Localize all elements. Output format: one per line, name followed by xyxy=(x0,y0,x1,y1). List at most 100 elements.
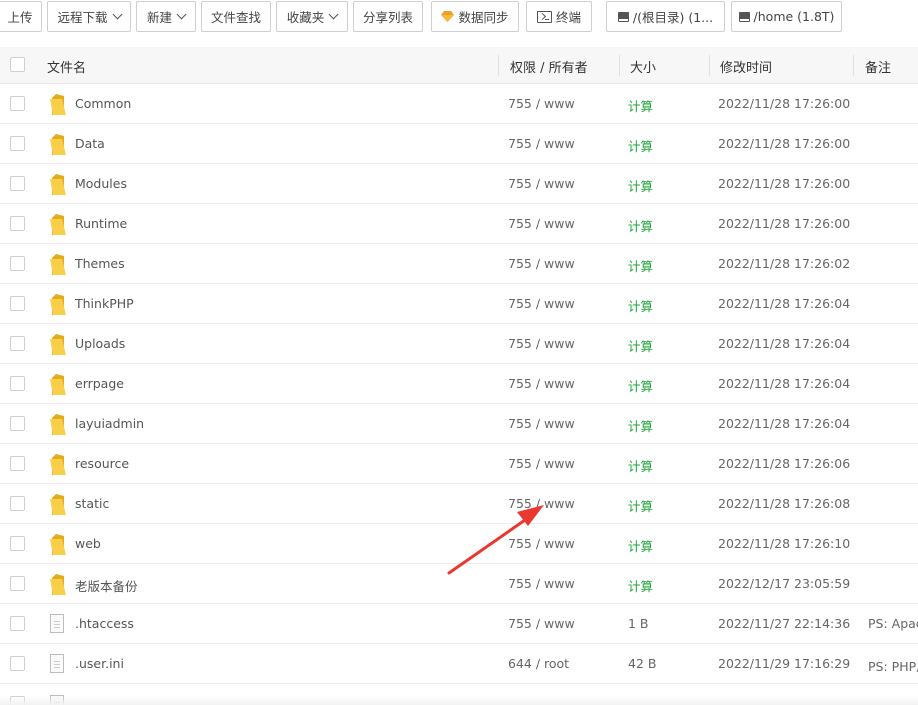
file-permission[interactable]: 644 / root xyxy=(508,656,569,671)
table-row[interactable]: Data 755 / www 计算 2022/11/28 17:26:00 xyxy=(0,124,918,164)
table-row[interactable]: layuiadmin 755 / www 计算 2022/11/28 17:26:04 xyxy=(0,404,918,444)
file-name[interactable]: Data xyxy=(75,136,105,151)
column-divider[interactable] xyxy=(619,55,620,76)
file-size[interactable]: 计算 xyxy=(628,96,653,115)
row-checkbox[interactable] xyxy=(10,136,25,151)
file-size[interactable]: 计算 xyxy=(628,296,653,315)
terminal-button[interactable]: 终端 xyxy=(526,1,592,32)
file-name[interactable]: layuiadmin xyxy=(75,416,144,431)
column-header-name[interactable]: 文件名 xyxy=(47,57,86,76)
file-size[interactable]: 计算 xyxy=(628,536,653,555)
row-checkbox[interactable] xyxy=(10,376,25,391)
file-name[interactable]: resource xyxy=(75,456,129,471)
table-row[interactable]: Uploads 755 / www 计算 2022/11/28 17:26:04 xyxy=(0,324,918,364)
file-note[interactable]: PS: PHP用 xyxy=(868,656,918,675)
column-header-mtime[interactable]: 修改时间 xyxy=(720,57,772,76)
file-size[interactable]: 计算 xyxy=(628,576,653,595)
table-row[interactable]: Common 755 / www 计算 2022/11/28 17:26:00 xyxy=(0,84,918,124)
file-permission[interactable]: 755 / www xyxy=(508,376,575,391)
file-name[interactable]: web xyxy=(75,536,101,551)
folder-icon xyxy=(50,414,66,435)
column-divider[interactable] xyxy=(853,55,854,76)
file-name[interactable]: 老版本备份 xyxy=(75,576,138,595)
file-name[interactable]: Modules xyxy=(75,176,127,191)
file-size[interactable]: 计算 xyxy=(628,216,653,235)
favorites-button[interactable]: 收藏夹 xyxy=(276,1,348,32)
table-row[interactable]: Themes 755 / www 计算 2022/11/28 17:26:02 xyxy=(0,244,918,284)
table-row[interactable]: .user.ini 644 / root 42 B 2022/11/29 17:16:… xyxy=(0,644,918,684)
file-permission[interactable]: 755 / www xyxy=(508,256,575,271)
file-size[interactable]: 计算 xyxy=(628,136,653,155)
column-header-perm[interactable]: 权限 / 所有者 xyxy=(510,57,588,76)
file-permission[interactable]: 755 / www xyxy=(508,296,575,311)
file-name[interactable]: static xyxy=(75,496,109,511)
file-name[interactable]: errpage xyxy=(75,376,124,391)
table-row[interactable]: 老版本备份 755 / www 计算 2022/12/17 23:05:59 xyxy=(0,564,918,604)
table-row[interactable]: ThinkPHP 755 / www 计算 2022/11/28 17:26:04 xyxy=(0,284,918,324)
file-size[interactable]: 计算 xyxy=(628,336,653,355)
data-sync-button[interactable]: 数据同步 xyxy=(431,1,519,32)
row-checkbox[interactable] xyxy=(10,576,25,591)
folder-icon xyxy=(50,374,66,395)
column-divider[interactable] xyxy=(709,55,710,76)
row-checkbox[interactable] xyxy=(10,536,25,551)
row-checkbox[interactable] xyxy=(10,656,25,671)
row-checkbox[interactable] xyxy=(10,456,25,471)
file-name[interactable]: .user.ini xyxy=(75,656,124,671)
file-search-button[interactable]: 文件查找 xyxy=(201,1,271,32)
table-header: 文件名 权限 / 所有者 大小 修改时间 备注 xyxy=(0,47,918,84)
file-permission[interactable]: 755 / www xyxy=(508,96,575,111)
file-permission[interactable]: 755 / www xyxy=(508,576,575,591)
file-name[interactable]: Themes xyxy=(75,256,125,271)
row-checkbox[interactable] xyxy=(10,216,25,231)
new-button[interactable]: 新建 xyxy=(136,1,196,32)
remote-download-button[interactable]: 远程下载 xyxy=(47,1,131,32)
file-mtime: 2022/11/28 17:26:06 xyxy=(718,456,851,471)
file-size[interactable]: 计算 xyxy=(628,456,653,475)
file-permission[interactable]: 755 / www xyxy=(508,496,575,511)
disk-home-button[interactable]: /home (1.8T) xyxy=(731,1,842,32)
file-permission[interactable]: 755 / www xyxy=(508,216,575,231)
row-checkbox[interactable] xyxy=(10,496,25,511)
table-row[interactable]: web 755 / www 计算 2022/11/28 17:26:10 xyxy=(0,524,918,564)
file-permission[interactable]: 755 / www xyxy=(508,136,575,151)
table-row[interactable]: Modules 755 / www 计算 2022/11/28 17:26:00 xyxy=(0,164,918,204)
column-header-size[interactable]: 大小 xyxy=(630,57,656,76)
table-row[interactable]: errpage 755 / www 计算 2022/11/28 17:26:04 xyxy=(0,364,918,404)
file-permission[interactable]: 755 / www xyxy=(508,456,575,471)
share-list-button[interactable]: 分享列表 xyxy=(353,1,423,32)
file-name[interactable]: ThinkPHP xyxy=(75,296,134,311)
file-size[interactable]: 计算 xyxy=(628,256,653,275)
upload-button[interactable]: 上传 xyxy=(0,1,42,32)
table-row[interactable]: resource 755 / www 计算 2022/11/28 17:26:06 xyxy=(0,444,918,484)
file-permission[interactable]: 755 / www xyxy=(508,416,575,431)
file-size[interactable]: 计算 xyxy=(628,496,653,515)
file-size[interactable]: 计算 xyxy=(628,376,653,395)
file-permission[interactable]: 755 / www xyxy=(508,616,575,631)
disk-root-button[interactable]: /(根目录) (1... xyxy=(606,1,725,32)
row-checkbox[interactable] xyxy=(10,616,25,631)
file-note[interactable]: PS: Apac xyxy=(868,616,918,631)
row-checkbox[interactable] xyxy=(10,296,25,311)
column-divider[interactable] xyxy=(498,55,499,76)
row-checkbox[interactable] xyxy=(10,256,25,271)
file-permission[interactable]: 755 / www xyxy=(508,336,575,351)
file-name[interactable]: Runtime xyxy=(75,216,127,231)
column-header-note[interactable]: 备注 xyxy=(865,57,891,76)
table-row[interactable]: static 755 / www 计算 2022/11/28 17:26:08 xyxy=(0,484,918,524)
row-checkbox[interactable] xyxy=(10,336,25,351)
table-row[interactable]: Runtime 755 / www 计算 2022/11/28 17:26:00 xyxy=(0,204,918,244)
file-name[interactable]: Common xyxy=(75,96,131,111)
file-name[interactable]: Uploads xyxy=(75,336,125,351)
file-size[interactable]: 计算 xyxy=(628,176,653,195)
file-mtime: 2022/11/28 17:26:00 xyxy=(718,216,851,231)
row-checkbox[interactable] xyxy=(10,176,25,191)
table-row[interactable]: .htaccess 755 / www 1 B 2022/11/27 22:14:36… xyxy=(0,604,918,644)
file-permission[interactable]: 755 / www xyxy=(508,176,575,191)
file-permission[interactable]: 755 / www xyxy=(508,536,575,551)
file-size[interactable]: 计算 xyxy=(628,416,653,435)
row-checkbox[interactable] xyxy=(10,96,25,111)
file-name[interactable]: .htaccess xyxy=(75,616,134,631)
select-all-checkbox[interactable] xyxy=(10,57,25,72)
row-checkbox[interactable] xyxy=(10,416,25,431)
